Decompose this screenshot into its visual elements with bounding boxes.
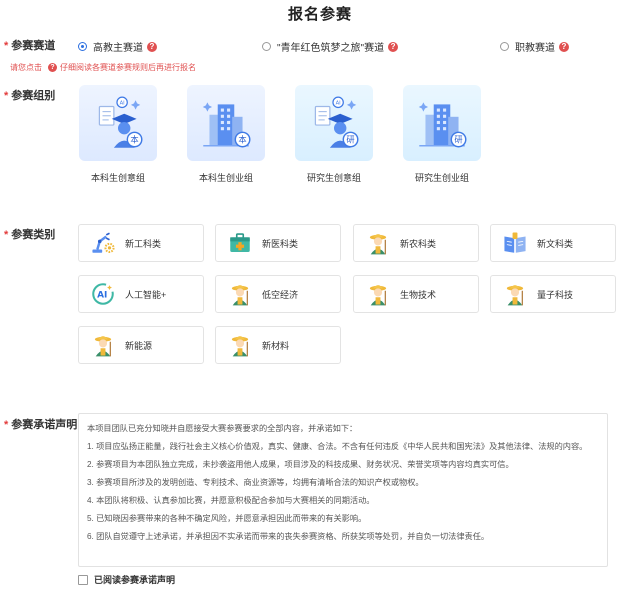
checkbox-icon[interactable] xyxy=(78,574,88,585)
group-card-grad-startup[interactable]: 研 研究生创业组 xyxy=(403,85,481,184)
group-label-text: 参赛组别 xyxy=(11,90,56,102)
category-label-text: 新工科类 xyxy=(125,238,162,249)
required-mark: * xyxy=(4,419,9,431)
help-icon[interactable]: ? xyxy=(147,41,157,52)
category-ai-plus[interactable]: 人工智能+ xyxy=(78,275,204,313)
open-book-icon xyxy=(501,229,529,257)
farmer-icon xyxy=(89,331,117,359)
help-icon[interactable]: ? xyxy=(559,41,569,52)
track-label-text: 参赛赛道 xyxy=(11,40,56,52)
track-label: * 参赛赛道 xyxy=(4,37,55,53)
radio-icon[interactable] xyxy=(500,42,509,51)
category-label-text: 新能源 xyxy=(125,340,153,351)
category-new-agriculture[interactable]: 新农科类 xyxy=(353,224,479,262)
category-new-materials[interactable]: 新材料 xyxy=(215,326,341,364)
declaration-text-box[interactable]: 本项目团队已充分知晓并自愿接受大赛参赛要求的全部内容，并承诺如下： 1. 项目应… xyxy=(78,413,608,567)
group-card-label: 研究生创意组 xyxy=(306,173,361,183)
category-quantum-tech[interactable]: 量子科技 xyxy=(490,275,616,313)
required-mark: * xyxy=(4,90,9,102)
farmer-icon xyxy=(364,280,392,308)
track-option-label: 高教主赛道 xyxy=(93,43,143,54)
declaration-line: 6. 团队自觉遵守上述承诺，并承担因不实承诺而带来的丧失参赛资格、所获奖项等处罚… xyxy=(87,532,490,541)
declaration-label-text: 参赛承诺声明 xyxy=(11,419,78,431)
svg-text:研: 研 xyxy=(454,135,462,145)
declaration-line: 3. 参赛项目所涉及的发明创造、专利技术、商业资源等，均拥有清晰合法的知识产权或… xyxy=(87,478,424,487)
track-option-vocational[interactable]: 职教赛道 ? xyxy=(500,39,569,54)
notice-suffix: 仔细阅读各赛道参赛规则后再进行报名 xyxy=(60,63,196,72)
category-new-liberal-arts[interactable]: 新文科类 xyxy=(490,224,616,262)
farmer-icon xyxy=(226,331,254,359)
help-icon[interactable]: ? xyxy=(48,63,57,72)
declaration-line: 4. 本团队将积极、认真参加比赛，并愿意积极配合参加与大赛相关的同期活动。 xyxy=(87,496,375,505)
track-option-red-dream[interactable]: "青年红色筑梦之旅"赛道 ? xyxy=(262,39,399,54)
svg-text:本: 本 xyxy=(130,135,138,145)
category-new-engineering[interactable]: 新工科类 xyxy=(78,224,204,262)
radio-icon[interactable] xyxy=(262,42,271,51)
notice-prefix: 请您点击 xyxy=(10,63,42,72)
track-notice: 请您点击 ? 仔细阅读各赛道参赛规则后再进行报名 xyxy=(10,62,196,73)
category-low-altitude-economy[interactable]: 低空经济 xyxy=(215,275,341,313)
category-label-text: 参赛类别 xyxy=(11,229,56,241)
group-card-undergrad-startup[interactable]: 本 本科生创业组 xyxy=(187,85,265,184)
category-label: * 参赛类别 xyxy=(4,226,55,242)
page-title: 报名参赛 xyxy=(287,6,352,23)
help-icon[interactable]: ? xyxy=(388,41,399,52)
category-label-text: 低空经济 xyxy=(262,289,299,300)
graduate-person-icon: 研 xyxy=(295,85,373,161)
category-label-text: 新材料 xyxy=(262,340,290,351)
category-new-energy[interactable]: 新能源 xyxy=(78,326,204,364)
agree-declaration-checkbox[interactable]: 已阅读参赛承诺声明 xyxy=(78,573,175,586)
declaration-line: 本项目团队已充分知晓并自愿接受大赛参赛要求的全部内容，并承诺如下： xyxy=(87,424,358,433)
category-biotech[interactable]: 生物技术 xyxy=(353,275,479,313)
category-label-text: 新文科类 xyxy=(537,238,574,249)
declaration-label: * 参赛承诺声明 xyxy=(4,416,77,432)
category-label-text: 量子科技 xyxy=(537,289,574,300)
farmer-icon xyxy=(226,280,254,308)
graduate-person-icon: 本 xyxy=(79,85,157,161)
farmer-icon xyxy=(364,229,392,257)
buildings-icon: 研 xyxy=(403,85,481,161)
robot-arm-gear-icon xyxy=(89,229,117,257)
svg-text:研: 研 xyxy=(346,135,354,145)
category-label-text: 新医科类 xyxy=(262,238,299,249)
declaration-line: 2. 参赛项目为本团队独立完成，未抄袭盗用他人成果，项目涉及的科技成果、财务状况… xyxy=(87,460,514,469)
group-card-grad-idea[interactable]: 研 研究生创意组 xyxy=(295,85,373,184)
group-card-undergrad-idea[interactable]: 本 本科生创意组 xyxy=(79,85,157,184)
group-label: * 参赛组别 xyxy=(4,87,55,103)
group-card-label: 研究生创业组 xyxy=(414,173,469,183)
required-mark: * xyxy=(4,229,9,241)
medical-kit-icon xyxy=(226,229,254,257)
buildings-icon: 本 xyxy=(187,85,265,161)
group-card-label: 本科生创意组 xyxy=(90,173,145,183)
radio-selected-icon[interactable] xyxy=(78,42,87,51)
declaration-line: 5. 已知晓因参赛带来的各种不确定风险，并愿意承担因此而带来的有关影响。 xyxy=(87,514,367,523)
required-mark: * xyxy=(4,40,9,52)
category-new-medicine[interactable]: 新医科类 xyxy=(215,224,341,262)
svg-text:本: 本 xyxy=(238,135,246,145)
track-option-label: "青年红色筑梦之旅"赛道 xyxy=(277,43,385,54)
group-card-label: 本科生创业组 xyxy=(198,173,253,183)
category-label-text: 人工智能+ xyxy=(125,289,167,300)
category-label-text: 生物技术 xyxy=(400,289,437,300)
track-option-label: 职教赛道 xyxy=(515,43,555,54)
agree-label: 已阅读参赛承诺声明 xyxy=(94,575,176,585)
category-label-text: 新农科类 xyxy=(400,238,437,249)
track-option-higher-edu[interactable]: 高教主赛道 ? xyxy=(78,39,157,54)
farmer-icon xyxy=(501,280,529,308)
declaration-line: 1. 项目应弘扬正能量，践行社会主义核心价值观，真实、健康、合法。不含有任何违反… xyxy=(87,442,588,451)
ai-icon xyxy=(89,280,117,308)
